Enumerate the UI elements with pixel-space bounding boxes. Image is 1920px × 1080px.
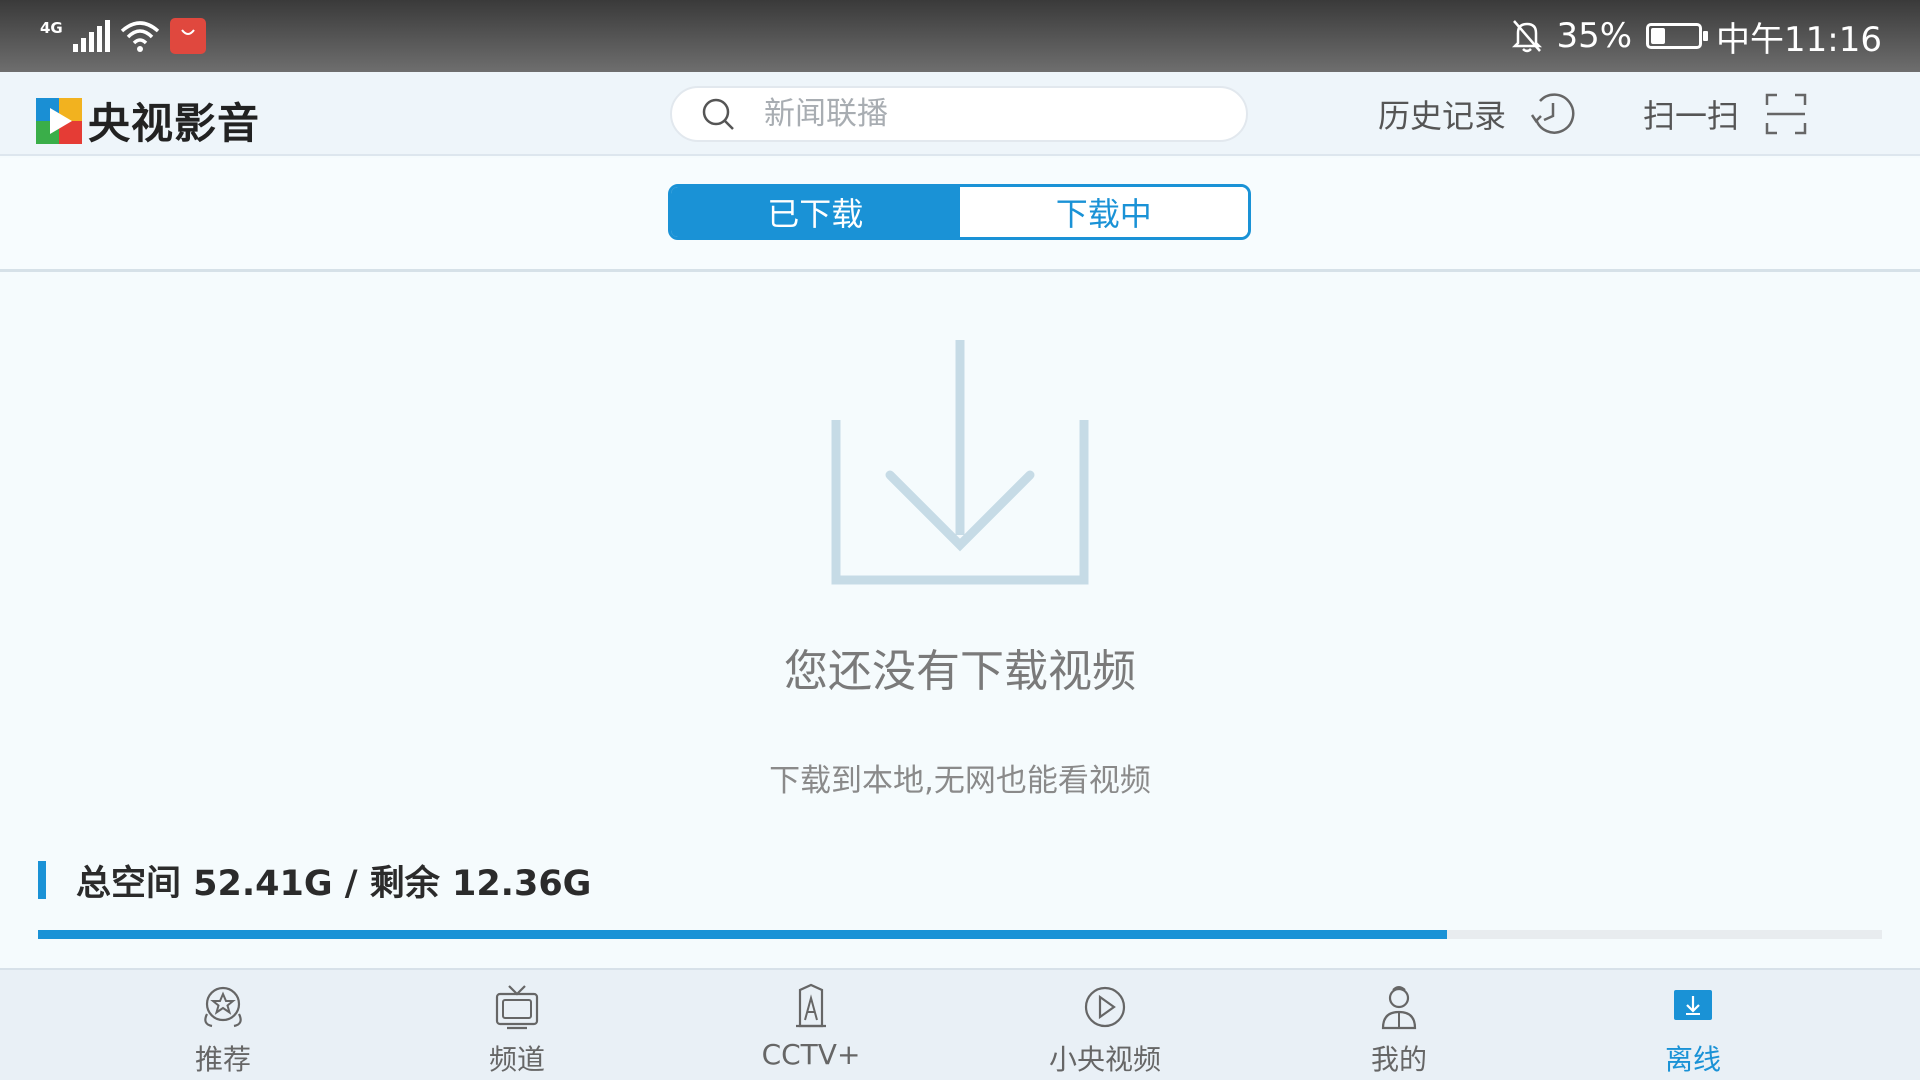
scan-button[interactable]: 扫一扫 <box>1643 86 1811 142</box>
storage-text: 总空间 52.41G / 剩余 12.36G <box>76 863 592 904</box>
battery-fill <box>1651 28 1665 44</box>
network-type: 4G <box>40 19 63 37</box>
download-icon <box>1674 990 1712 1020</box>
nav-cctv-plus[interactable]: CCTV+ <box>721 970 901 1080</box>
history-label: 历史记录 <box>1378 97 1507 135</box>
search-icon <box>702 98 734 130</box>
wifi-icon <box>120 21 159 52</box>
recommend-icon <box>204 986 242 1028</box>
play-circle-icon <box>1084 986 1126 1028</box>
mute-bell-icon <box>1512 20 1543 53</box>
empty-download-icon <box>831 340 1089 585</box>
battery-icon <box>1646 23 1709 49</box>
nav-label: 离线 <box>1664 1043 1721 1076</box>
storage-progress-fill <box>38 930 1447 939</box>
search-input[interactable] <box>764 96 1184 132</box>
search-box[interactable] <box>670 86 1248 142</box>
storage-info: 总空间 52.41G / 剩余 12.36G <box>38 858 591 904</box>
nav-recommend[interactable]: 推荐 <box>133 970 313 1080</box>
tab-downloaded[interactable]: 已下载 <box>671 187 960 237</box>
bottom-nav: 推荐 频道 CCTV+ 小央视频 我的 离线 <box>0 968 1920 1080</box>
history-button[interactable]: 历史记录 <box>1378 86 1578 142</box>
logo-icon <box>36 97 82 144</box>
segmented-control: 已下载 下载中 <box>668 184 1251 240</box>
clock-icon <box>1530 93 1575 134</box>
nav-channel[interactable]: 频道 <box>427 970 607 1080</box>
empty-title: 您还没有下载视频 <box>784 646 1136 697</box>
nav-offline[interactable]: 离线 <box>1603 970 1783 1080</box>
signal-icon <box>72 20 110 52</box>
tab-downloading[interactable]: 下载中 <box>959 187 1248 237</box>
app-logo[interactable]: 央视影音 <box>36 90 260 151</box>
user-icon <box>1381 986 1417 1030</box>
nav-label: CCTV+ <box>761 1038 861 1071</box>
app-name: 央视影音 <box>88 99 261 148</box>
nav-label: 我的 <box>1370 1043 1427 1076</box>
tv-icon <box>495 985 539 1030</box>
nav-label: 频道 <box>488 1043 545 1076</box>
nav-label: 推荐 <box>194 1043 251 1076</box>
app-header: 央视影音 历史记录 扫一扫 <box>0 72 1920 156</box>
scan-label: 扫一扫 <box>1643 97 1740 135</box>
scan-icon <box>1765 93 1807 135</box>
empty-subtitle: 下载到本地,无网也能看视频 <box>769 763 1151 799</box>
battery-percent: 35% <box>1556 16 1633 56</box>
cctv-plus-icon <box>796 983 826 1028</box>
section-accent <box>38 861 46 899</box>
nav-mine[interactable]: 我的 <box>1309 970 1489 1080</box>
status-left: 4G <box>40 14 206 58</box>
huawei-app-icon <box>169 18 206 54</box>
status-bar: 4G 35% 中午11:16 <box>0 0 1920 72</box>
download-tabs-bar: 已下载 下载中 <box>0 158 1920 272</box>
clock: 中午11:16 <box>1716 19 1882 60</box>
status-right: 35% 中午11:16 <box>1512 0 1882 72</box>
nav-xiaoyang-video[interactable]: 小央视频 <box>1015 970 1195 1080</box>
nav-label: 小央视频 <box>1048 1043 1161 1076</box>
storage-progress <box>38 930 1882 939</box>
